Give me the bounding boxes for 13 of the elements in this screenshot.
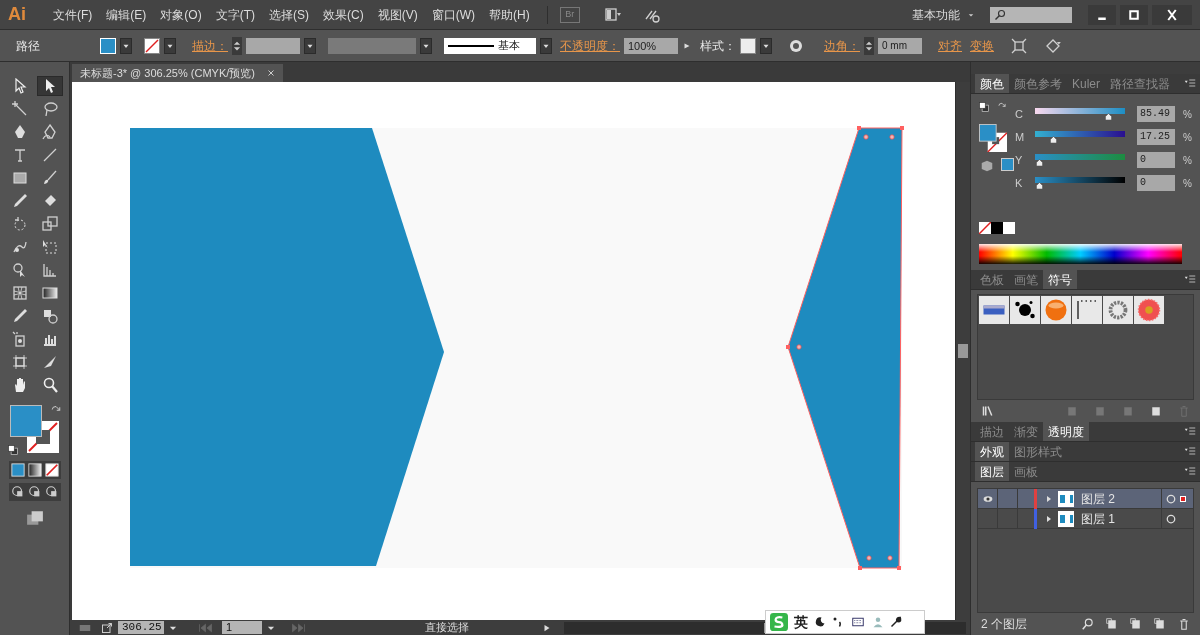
channel-label: Y	[1015, 152, 1024, 168]
current-tool-label: 直接选择	[424, 620, 470, 635]
unit-label: %	[1183, 130, 1192, 145]
object-type-label: 路径	[15, 37, 41, 55]
channel-label: C	[1015, 106, 1025, 122]
layer-count-label: 2 个图层	[981, 616, 1028, 633]
unit-label: %	[1183, 153, 1192, 168]
style-label: 样式：	[700, 37, 736, 55]
unit-label: %	[1183, 107, 1192, 122]
channel-label: K	[1015, 175, 1024, 191]
channel-label: M	[1015, 129, 1026, 145]
app-logo: Ai	[8, 3, 27, 26]
unit-label: %	[1183, 176, 1192, 191]
